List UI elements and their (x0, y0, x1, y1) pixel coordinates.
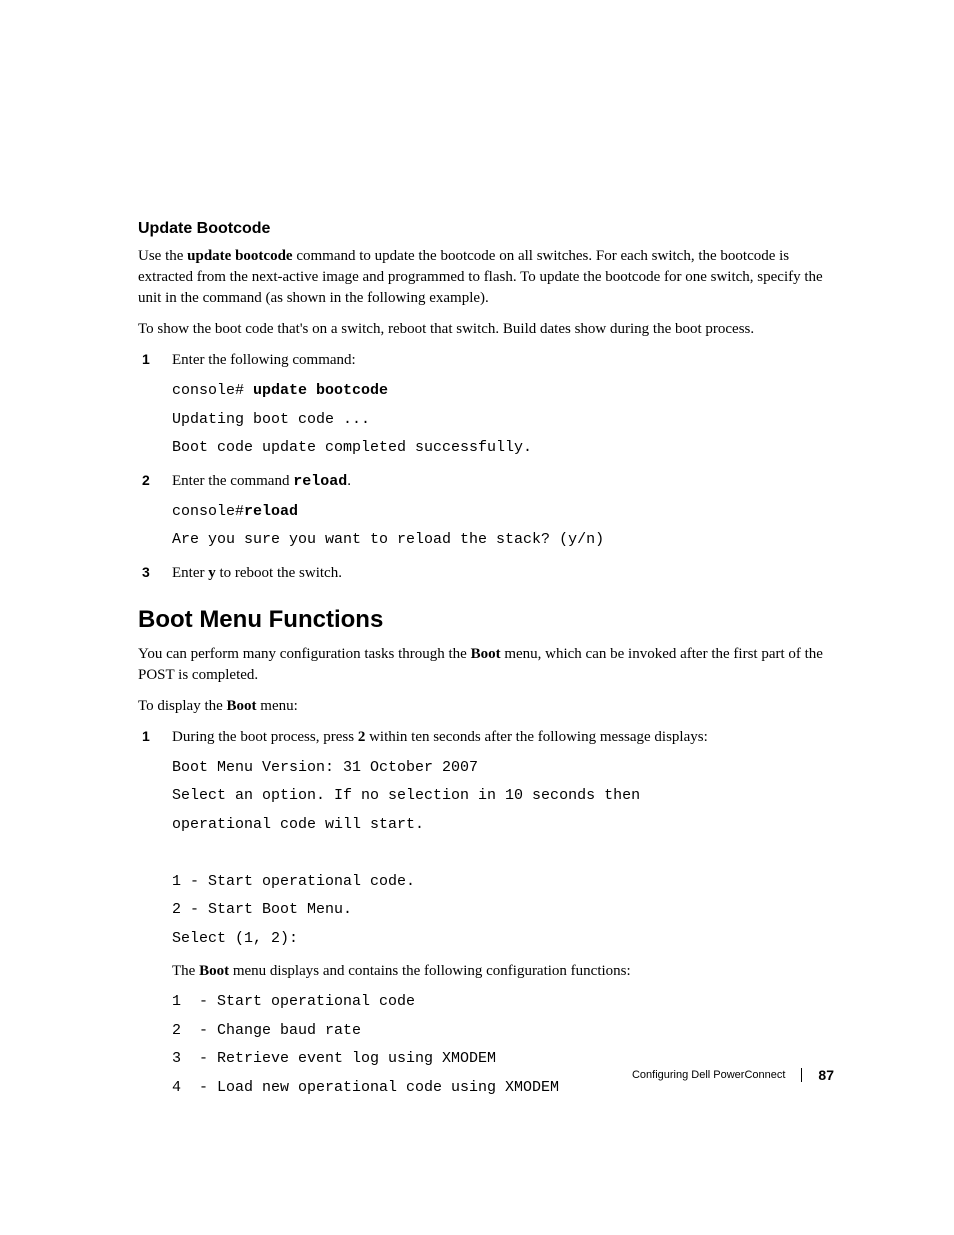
code-line: 3 - Retrieve event log using XMODEM (172, 1050, 496, 1067)
step-3-bold: y (208, 565, 216, 581)
step-2-code: console#reload Are you sure you want to … (172, 498, 834, 555)
step-1-text: Enter the following command: (172, 350, 834, 371)
sec2-p2-post: menu: (257, 698, 298, 714)
page-footer: Configuring Dell PowerConnect 87 (632, 1067, 834, 1083)
page-content: Update Bootcode Use the update bootcode … (0, 0, 954, 1172)
code-line: Boot code update completed successfully. (172, 439, 532, 456)
code-line: Boot Menu Version: 31 October 2007 (172, 759, 478, 776)
console-command: update bootcode (253, 382, 388, 399)
step-3-post: to reboot the switch. (216, 565, 342, 581)
subheading-update-bootcode: Update Bootcode (138, 220, 834, 238)
section-heading-boot-menu: Boot Menu Functions (138, 606, 834, 634)
code-line: 2 - Start Boot Menu. (172, 901, 352, 918)
s2-s1-pre: During the boot process, press (172, 729, 358, 745)
intro-bold: update bootcode (187, 248, 292, 264)
boot-mid-text: The Boot menu displays and contains the … (172, 961, 834, 982)
sec2-p2-pre: To display the (138, 698, 227, 714)
sec2-p1-bold: Boot (471, 646, 501, 662)
boot-code-block-2: 1 - Start operational code 2 - Change ba… (172, 988, 834, 1102)
sec2-p1-pre: You can perform many configuration tasks… (138, 646, 471, 662)
mid-post: menu displays and contains the following… (229, 963, 631, 979)
footer-title: Configuring Dell PowerConnect (632, 1069, 785, 1081)
step-2-text: Enter the command reload. (172, 471, 834, 492)
console-prefix: console# (172, 503, 244, 520)
code-line: operational code will start. (172, 816, 424, 833)
console-prefix: console# (172, 382, 253, 399)
mid-pre: The (172, 963, 199, 979)
console-command: reload (244, 503, 298, 520)
steps-list-1: Enter the following command: console# up… (138, 350, 834, 584)
step-2-post: . (347, 473, 351, 489)
code-line: Select (1, 2): (172, 930, 298, 947)
step-2-bold: reload (293, 473, 347, 490)
code-line: 1 - Start operational code (172, 993, 415, 1010)
code-line: 1 - Start operational code. (172, 873, 415, 890)
step-1-code: console# update bootcode Updating boot c… (172, 377, 834, 463)
code-line: 4 - Load new operational code using XMOD… (172, 1079, 559, 1096)
boot-code-block-1: Boot Menu Version: 31 October 2007 Selec… (172, 754, 834, 954)
step-1-boot: During the boot process, press 2 within … (138, 727, 834, 1103)
step-3: Enter y to reboot the switch. (138, 563, 834, 584)
code-line: Select an option. If no selection in 10 … (172, 787, 640, 804)
page-number: 87 (818, 1067, 834, 1083)
code-line: 2 - Change baud rate (172, 1022, 361, 1039)
section2-paragraph-1: You can perform many configuration tasks… (138, 644, 834, 686)
step-1-boot-text: During the boot process, press 2 within … (172, 727, 834, 748)
code-line: Updating boot code ... (172, 411, 370, 428)
s2-s1-post: within ten seconds after the following m… (365, 729, 707, 745)
mid-bold: Boot (199, 963, 229, 979)
code-line: Are you sure you want to reload the stac… (172, 531, 604, 548)
steps-list-2: During the boot process, press 2 within … (138, 727, 834, 1103)
step-2: Enter the command reload. console#reload… (138, 471, 834, 555)
section2-paragraph-2: To display the Boot menu: (138, 696, 834, 717)
step-3-pre: Enter (172, 565, 208, 581)
step-1: Enter the following command: console# up… (138, 350, 834, 463)
step-3-text: Enter y to reboot the switch. (172, 563, 834, 584)
footer-divider (801, 1068, 802, 1082)
intro-paragraph-1: Use the update bootcode command to updat… (138, 246, 834, 309)
step-2-pre: Enter the command (172, 473, 293, 489)
intro-pre: Use the (138, 248, 187, 264)
sec2-p2-bold: Boot (227, 698, 257, 714)
intro-paragraph-2: To show the boot code that's on a switch… (138, 319, 834, 340)
